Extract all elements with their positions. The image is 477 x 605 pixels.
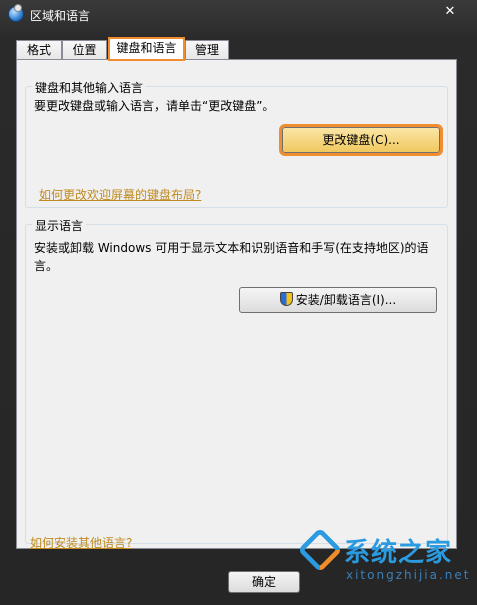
close-button[interactable]: ✕ [440,3,460,21]
watermark-text: 系统之家 [344,538,453,568]
tab-location[interactable]: 位置 [62,40,107,60]
tab-administrative[interactable]: 管理 [185,40,229,60]
tab-panel: 键盘和其他输入语言 要更改键盘或输入语言，请单击“更改键盘”。 更改键盘(C).… [16,59,457,549]
display-language-description: 安装或卸载 Windows 可用于显示文本和识别语音和手写(在支持地区)的语言。 [34,241,429,273]
title-bar[interactable]: 区域和语言 ✕ [0,0,477,30]
watermark-logo-icon [297,527,343,573]
display-language-group-title: 显示语言 [32,217,87,234]
uac-shield-icon [279,292,293,306]
change-keyboards-button[interactable]: 更改键盘(C)... [279,124,443,156]
keyboard-group-title: 键盘和其他输入语言 [32,79,147,96]
keyboard-group: 键盘和其他输入语言 要更改键盘或输入语言，请单击“更改键盘”。 更改键盘(C).… [25,79,448,208]
install-button-label: 安装/卸载语言(I)... [295,293,397,307]
install-other-languages-link[interactable]: 如何安装其他语言? [30,534,132,551]
globe-icon [8,4,24,22]
site-watermark: 系统之家 xitongzhijia.net [297,518,477,605]
window-title: 区域和语言 [30,9,91,23]
region-language-dialog: 区域和语言 ✕ 格式 位置 键盘和语言 管理 键盘和其他输入语言 要更改键盘或输… [0,0,477,605]
tab-formats[interactable]: 格式 [16,40,62,60]
tab-keyboards-languages[interactable]: 键盘和语言 [108,37,185,61]
welcome-keyboard-layout-link[interactable]: 如何更改欢迎屏幕的键盘布局? [39,186,201,203]
display-language-group: 显示语言 安装或卸载 Windows 可用于显示文本和识别语音和手写(在支持地区… [25,217,448,544]
keyboard-group-description: 要更改键盘或输入语言，请单击“更改键盘”。 [34,99,275,113]
install-uninstall-languages-button[interactable]: 安装/卸载语言(I)... [239,287,437,313]
ok-button[interactable]: 确定 [228,571,300,593]
watermark-url: xitongzhijia.net [346,568,471,582]
